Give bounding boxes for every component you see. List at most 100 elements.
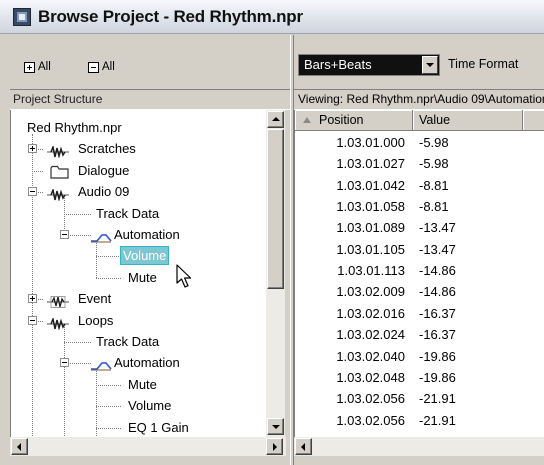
audio-track-icon: [47, 186, 69, 203]
tree-item-label: Volume: [128, 398, 172, 414]
cell-value: -8.81: [419, 177, 449, 193]
cell-position: 1.03.01.089: [336, 220, 405, 236]
expand-all-label: All: [38, 61, 51, 73]
table-horizontal-scrollbar[interactable]: [294, 437, 544, 456]
tree-horizontal-scrollbar[interactable]: [10, 437, 286, 456]
tree-item[interactable]: Automation: [11, 224, 266, 245]
collapse-toggle-icon[interactable]: [28, 187, 37, 197]
collapse-toggle-icon[interactable]: [60, 230, 69, 239]
tree-item-label: Automation: [114, 227, 180, 242]
tree-item[interactable]: Volume: [11, 245, 266, 266]
table-row[interactable]: 1.03.01.000 -5.98: [295, 132, 544, 153]
cell-value: -13.47: [419, 241, 456, 257]
time-format-select[interactable]: Bars+Beats: [298, 54, 440, 76]
tree-item-label: Red Rhythm.npr: [27, 120, 122, 135]
chevron-down-icon: [272, 425, 280, 429]
cell-position: 1.03.02.009: [336, 284, 405, 300]
app-window-icon: [13, 8, 31, 26]
tree-toolbar: All All: [0, 35, 290, 89]
tree-scroll-left-button[interactable]: [11, 438, 28, 455]
minus-box-icon: [88, 61, 99, 73]
title-bar[interactable]: Browse Project - Red Rhythm.npr: [0, 0, 544, 34]
tree-scroll-up-button[interactable]: [267, 111, 284, 128]
cell-position: 1.03.02.040: [336, 348, 405, 364]
cell-value: -21.91: [419, 412, 456, 428]
cell-position: 1.03.01.113: [337, 263, 405, 279]
column-value-label: Value: [419, 113, 451, 127]
table-row[interactable]: 1.03.02.040 -19.86: [295, 346, 544, 367]
tree-item[interactable]: Track Data: [11, 331, 266, 352]
cell-position: 1.03.02.016: [336, 305, 405, 321]
tree-scroll-right-button[interactable]: [266, 438, 283, 455]
automation-events-table: Position Value 1.03.01.000 -5.98 1.03.01.0…: [294, 110, 544, 437]
plus-box-icon: [24, 61, 35, 73]
collapse-toggle-icon[interactable]: [60, 358, 69, 368]
tree-item[interactable]: Automation: [11, 352, 266, 373]
project-structure-header: Project Structure: [10, 89, 290, 110]
cell-value: -19.86: [419, 369, 456, 385]
tree-item[interactable]: Loops: [11, 310, 266, 331]
time-format-label: Time Format: [448, 57, 519, 71]
tree-item-label: Audio 09: [78, 184, 130, 200]
tree-item[interactable]: Scratches: [11, 138, 266, 160]
tree-item[interactable]: EQ 1 Gain: [11, 417, 266, 437]
table-row[interactable]: 1.03.02.056 -21.91: [295, 388, 544, 409]
expand-toggle-icon[interactable]: [28, 294, 37, 304]
table-row[interactable]: 1.03.02.009 -14.86: [295, 281, 544, 302]
column-empty-header: [523, 110, 544, 131]
audio-track-icon: [47, 315, 69, 331]
tree-item-label: Mute: [128, 376, 157, 392]
table-row[interactable]: 1.03.01.089 -13.47: [295, 217, 544, 238]
browse-project-window: Browse Project - Red Rhythm.npr All All …: [0, 0, 544, 465]
tree-scroll-thumb[interactable]: [267, 129, 284, 289]
dropdown-arrow-icon[interactable]: [422, 56, 438, 74]
automation-icon: [90, 357, 112, 371]
tree-item[interactable]: Mute: [11, 374, 266, 395]
column-position-header[interactable]: Position: [295, 110, 413, 131]
table-row[interactable]: 1.03.02.048 -19.86: [295, 367, 544, 388]
tree-item[interactable]: Dialogue: [11, 160, 266, 181]
tree-item-label: Volume: [120, 246, 170, 266]
table-row[interactable]: 1.03.01.113 -14.86: [295, 260, 544, 281]
cell-position: 1.03.01.000: [336, 135, 405, 150]
tree-scroll-down-button[interactable]: [267, 418, 284, 435]
table-row[interactable]: 1.03.01.027 -5.98: [295, 153, 544, 174]
cell-position: 1.03.02.056: [336, 391, 405, 407]
tree-item[interactable]: Mute: [11, 267, 266, 288]
table-row[interactable]: 1.03.01.058 -8.81: [295, 196, 544, 217]
chevron-up-icon: [272, 117, 280, 121]
collapse-all-label: All: [102, 61, 115, 73]
tree-item[interactable]: Audio 09: [11, 181, 266, 203]
tree-item-label: EQ 1 Gain: [128, 419, 189, 435]
chevron-right-icon: [273, 443, 277, 451]
window-title: Browse Project - Red Rhythm.npr: [38, 7, 303, 26]
cell-value: -21.91: [419, 391, 456, 407]
tree-item-label: Scratches: [78, 141, 136, 157]
cell-position: 1.03.01.105: [336, 241, 405, 257]
tree-item-label: Event: [78, 291, 112, 307]
table-scroll-left-button[interactable]: [295, 438, 312, 455]
table-row[interactable]: 1.03.02.016 -16.37: [295, 303, 544, 324]
cell-position: 1.03.02.056: [336, 412, 405, 428]
tree-item-label: Track Data: [96, 334, 160, 349]
expand-all-button[interactable]: All: [24, 60, 51, 74]
collapse-all-button[interactable]: All: [88, 60, 115, 74]
tree-item[interactable]: Red Rhythm.npr: [11, 117, 266, 138]
cell-value: -14.86: [419, 284, 456, 300]
automation-icon: [90, 229, 112, 243]
collapse-toggle-icon[interactable]: [28, 315, 37, 325]
table-row[interactable]: 1.03.01.105 -13.47: [295, 239, 544, 260]
tree-item[interactable]: Volume: [11, 395, 266, 416]
cell-position: 1.03.01.027: [336, 156, 405, 172]
cell-value: -14.86: [419, 263, 456, 279]
table-row[interactable]: 1.03.02.024 -16.37: [295, 324, 544, 345]
tree-item[interactable]: Event: [11, 288, 266, 309]
column-value-header[interactable]: Value: [413, 110, 523, 131]
table-row[interactable]: 1.03.01.042 -8.81: [295, 175, 544, 196]
tree-vertical-scrollbar[interactable]: [266, 110, 285, 437]
expand-toggle-icon[interactable]: [28, 144, 37, 154]
tree-item[interactable]: Track Data: [11, 203, 266, 224]
cell-value: -13.47: [419, 220, 456, 236]
table-row[interactable]: 1.03.02.056 -21.91: [295, 410, 544, 431]
cell-value: -5.98: [419, 156, 449, 172]
